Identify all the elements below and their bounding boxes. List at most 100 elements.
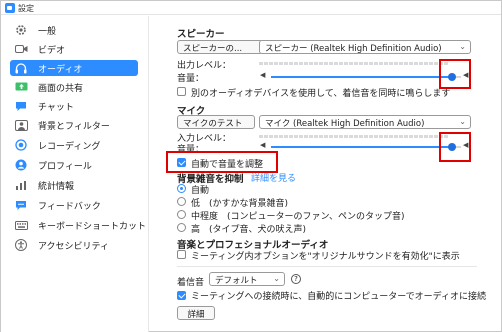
noise-low-radio[interactable]	[177, 197, 186, 206]
mic-device-select[interactable]: マイク (Realtek High Definition Audio) ⌄	[259, 115, 471, 129]
sidebar-item-keyboard-shortcuts[interactable]: キーボードショートカット	[10, 217, 146, 233]
advanced-button[interactable]: 詳細	[177, 306, 215, 320]
sidebar-item-statistics[interactable]: 統計情報	[10, 177, 138, 193]
gear-icon	[14, 24, 28, 36]
meter-segment	[384, 135, 388, 138]
sidebar-item-share-screen[interactable]: 画面の共有	[10, 79, 138, 95]
statistics-icon	[14, 179, 28, 191]
meter-segment	[294, 135, 298, 138]
accessibility-icon	[14, 239, 28, 251]
meter-segment	[429, 135, 433, 138]
meter-segment	[409, 62, 413, 65]
meter-segment	[399, 62, 403, 65]
sidebar-item-audio[interactable]: オーディオ	[10, 60, 138, 76]
speaker-device-select[interactable]: スピーカー (Realtek High Definition Audio) ⌄	[259, 40, 471, 54]
meter-segment	[419, 62, 423, 65]
record-icon	[14, 139, 28, 151]
meter-segment	[279, 62, 283, 65]
speaker-volume-fill	[271, 76, 452, 78]
separate-audio-device-checkbox[interactable]	[177, 87, 186, 96]
meter-segment	[259, 62, 263, 65]
meter-segment	[359, 135, 363, 138]
meter-segment	[309, 135, 313, 138]
meter-segment	[299, 135, 303, 138]
auto-join-audio-checkbox[interactable]	[177, 291, 186, 300]
sidebar-item-label: 画面の共有	[38, 84, 84, 94]
meter-segment	[349, 135, 353, 138]
noise-suppression-heading: 背景雑音を抑制	[177, 174, 244, 185]
test-mic-button[interactable]: マイクのテスト	[177, 115, 255, 129]
feedback-icon	[14, 199, 28, 211]
meter-segment	[339, 135, 343, 138]
meter-segment	[259, 135, 263, 138]
chevron-down-icon: ⌄	[459, 42, 466, 51]
zoom-app-icon	[5, 3, 15, 13]
meter-segment	[289, 62, 293, 65]
meter-segment	[394, 62, 398, 65]
meter-segment	[354, 135, 358, 138]
meter-segment	[434, 135, 438, 138]
radio-label: 自動	[191, 186, 210, 196]
meter-segment	[389, 135, 393, 138]
meter-segment	[309, 62, 313, 65]
sidebar-item-general[interactable]: 一般	[10, 22, 138, 38]
meter-segment	[329, 62, 333, 65]
settings-sidebar: 一般 ビデオ オーディオ 画面の共有 チャット 背景とフィルター レコーディング	[1, 16, 149, 332]
mic-volume-fill	[271, 146, 452, 148]
sidebar-item-profile[interactable]: プロフィール	[10, 157, 138, 173]
meter-segment	[279, 135, 283, 138]
sidebar-item-label: フィードバック	[38, 202, 101, 212]
sidebar-item-accessibility[interactable]: アクセシビリティ	[10, 237, 138, 253]
noise-auto-radio[interactable]	[177, 184, 186, 193]
sidebar-item-recording[interactable]: レコーディング	[10, 137, 138, 153]
volume-low-icon: ◀	[260, 141, 266, 149]
video-camera-icon	[14, 43, 28, 55]
sidebar-item-label: キーボードショートカット	[38, 222, 147, 232]
meter-segment	[324, 62, 328, 65]
meter-segment	[294, 62, 298, 65]
sidebar-item-video[interactable]: ビデオ	[10, 41, 138, 57]
keyboard-icon	[14, 219, 28, 231]
meter-segment	[334, 135, 338, 138]
chevron-down-icon: ⌄	[273, 274, 280, 283]
meter-segment	[409, 135, 413, 138]
chevron-down-icon: ⌄	[459, 117, 466, 126]
test-speaker-button[interactable]: スピーカーの...	[177, 40, 263, 54]
meter-segment	[274, 135, 278, 138]
original-sound-label: ミーティング内オプションを"オリジナルサウンドを有効化"に表示	[191, 252, 460, 262]
meter-segment	[314, 135, 318, 138]
meter-segment	[284, 135, 288, 138]
chat-icon	[14, 100, 28, 112]
sidebar-item-background[interactable]: 背景とフィルター	[10, 117, 138, 133]
meter-segment	[379, 62, 383, 65]
noise-high-radio[interactable]	[177, 223, 186, 232]
noise-medium-radio[interactable]	[177, 210, 186, 219]
meter-segment	[359, 62, 363, 65]
sidebar-item-label: チャット	[38, 103, 74, 113]
meter-segment	[374, 62, 378, 65]
speaker-device-value: スピーカー (Realtek High Definition Audio)	[265, 44, 442, 54]
speaker-volume-highlight	[439, 59, 471, 89]
meter-segment	[364, 62, 368, 65]
sidebar-item-chat[interactable]: チャット	[10, 98, 138, 114]
ringtone-select[interactable]: デフォルト ⌄	[209, 272, 285, 286]
meter-segment	[334, 62, 338, 65]
sidebar-item-label: レコーディング	[38, 142, 101, 152]
meter-segment	[264, 135, 268, 138]
original-sound-checkbox[interactable]	[177, 250, 186, 259]
meter-segment	[364, 135, 368, 138]
meter-segment	[434, 62, 438, 65]
auto-join-audio-label: ミーティングへの接続時に、自動的にコンピューターでオーディオに接続	[191, 292, 487, 302]
output-level-label: 出力レベル：	[177, 61, 232, 71]
profile-icon	[14, 159, 28, 171]
meter-segment	[389, 62, 393, 65]
meter-segment	[304, 62, 308, 65]
speaker-volume-label: 音量：	[177, 74, 205, 84]
meter-segment	[344, 135, 348, 138]
radio-label: 高 (タイプ音、犬の吠え声)	[191, 225, 307, 235]
settings-window: 設定 一般 ビデオ オーディオ 画面の共有 チャット 背景とフィルター レコーデ…	[0, 0, 502, 332]
meter-segment	[424, 62, 428, 65]
sidebar-item-feedback[interactable]: フィードバック	[10, 197, 138, 213]
sidebar-item-label: 統計情報	[38, 182, 75, 192]
help-icon[interactable]: ?	[291, 274, 301, 284]
